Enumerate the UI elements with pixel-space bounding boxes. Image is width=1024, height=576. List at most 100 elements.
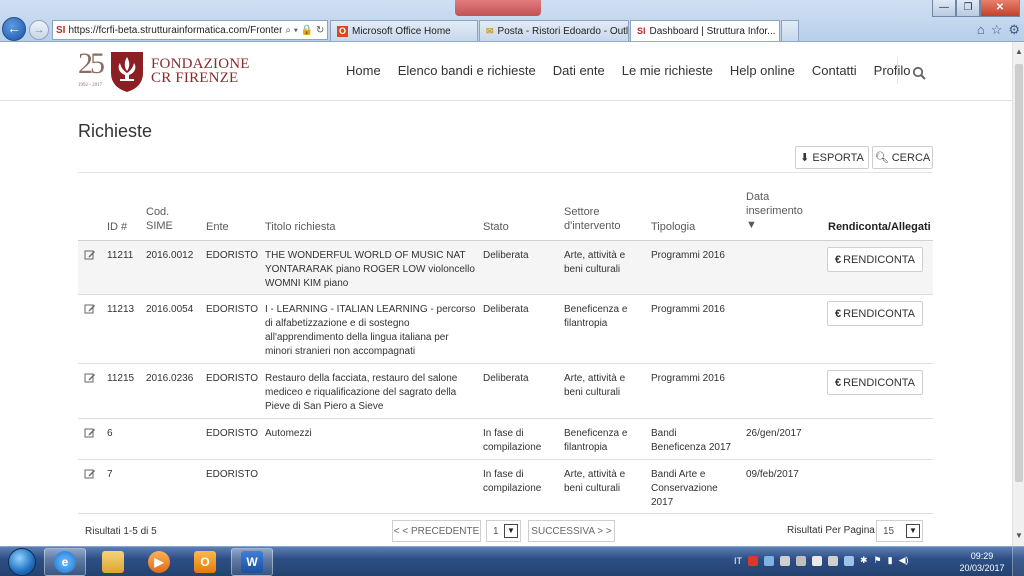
col-header-titolo[interactable]: Titolo richiesta — [265, 220, 336, 234]
tab-dashboard[interactable]: SI Dashboard | Struttura Infor... ✕ — [630, 20, 780, 41]
address-tools-icon[interactable]: ⌕ ▾ 🔒 ↻ — [282, 24, 327, 36]
col-header-tipologia[interactable]: Tipologia — [651, 220, 695, 234]
taskbar-internet-explorer[interactable]: e — [44, 548, 86, 576]
cell-id: 11211 — [107, 250, 134, 261]
col-header-data[interactable]: Data inserimento ▼ — [746, 190, 803, 232]
nav-contatti[interactable]: Contatti — [812, 63, 857, 78]
acrobat-tray-icon[interactable] — [748, 555, 758, 566]
tab-office-home[interactable]: O Microsoft Office Home — [330, 20, 478, 41]
tray-icon[interactable] — [828, 555, 838, 566]
show-desktop-button[interactable] — [1012, 547, 1024, 576]
table-row: 11213 2016.0054 EDORISTO I - LEARNING - ITA… — [78, 295, 933, 364]
page-title: Richieste — [78, 121, 153, 141]
taskbar-outlook[interactable]: O — [184, 548, 226, 576]
export-button[interactable]: ⬇ ESPORTA — [795, 146, 869, 169]
taskbar-word[interactable]: W — [231, 548, 273, 576]
cell-stato: Deliberata — [483, 303, 529, 317]
language-indicator[interactable]: IT — [734, 556, 742, 566]
close-tab-icon[interactable]: ✕ — [776, 25, 779, 38]
back-button[interactable]: ← — [2, 17, 26, 41]
forward-button[interactable]: → — [29, 20, 49, 40]
office-icon: O — [337, 25, 348, 37]
col-header-ente[interactable]: Ente — [206, 220, 229, 234]
edit-icon[interactable] — [84, 303, 96, 315]
cell-settore: Beneficenza e filantropia — [564, 303, 627, 331]
system-clock[interactable]: 09:29 20/03/2017 — [957, 550, 1007, 574]
scroll-up-icon[interactable]: ▲ — [1013, 46, 1024, 58]
page-select[interactable]: 1 ▼ — [486, 520, 521, 542]
nav-divider — [897, 58, 898, 84]
nav-dati-ente[interactable]: Dati ente — [553, 63, 605, 78]
sort-desc-icon: ▼ — [746, 219, 757, 231]
cell-line: In fase di — [483, 469, 524, 480]
tab-outlook[interactable]: ✉ Posta - Ristori Edoardo - Outlo... — [479, 20, 629, 41]
new-tab-button[interactable] — [781, 20, 799, 41]
nav-profilo[interactable]: Profilo — [874, 63, 911, 78]
site-logo[interactable]: 25 1992 - 2017 FONDAZIONE CR FIRENZE — [78, 48, 250, 94]
page-scrollbar[interactable]: ▲ ▼ — [1012, 42, 1024, 546]
search-icon[interactable] — [912, 66, 926, 80]
cell-line: Deliberata — [483, 304, 529, 315]
edit-icon[interactable] — [84, 372, 96, 384]
tray-icon[interactable] — [812, 555, 822, 566]
cell-titolo: Automezzi — [265, 427, 312, 441]
cell-line: Beneficenza e — [564, 428, 628, 439]
start-button[interactable] — [3, 547, 41, 576]
table-row: 11215 2016.0236 EDORISTO Restauro della fac… — [78, 364, 933, 419]
tray-icon[interactable] — [844, 555, 854, 566]
rendiconta-label: RENDICONTA — [843, 253, 916, 266]
table-row: 7 EDORISTO In fase di compilazione Arte, att… — [78, 460, 933, 514]
search-icon: 🔍︎ — [874, 152, 889, 164]
network-tray-icon[interactable] — [764, 555, 774, 566]
rendiconta-button[interactable]: € RENDICONTA — [827, 370, 923, 395]
favorites-star-icon[interactable]: ☆ — [991, 22, 1003, 38]
chevron-down-icon: ▼ — [906, 524, 920, 538]
bluetooth-icon[interactable]: ✱ — [860, 555, 868, 566]
cell-line: I - LEARNING - ITALIAN LEARNING - percor… — [265, 304, 476, 315]
nav-elenco-bandi[interactable]: Elenco bandi e richieste — [398, 63, 536, 78]
per-page-select[interactable]: 15 ▼ — [876, 520, 923, 542]
flag-icon[interactable]: ⚑ — [874, 555, 882, 566]
scroll-down-icon[interactable]: ▼ — [1013, 530, 1024, 542]
address-bar[interactable]: SI https://fcrfi-beta.strutturainformati… — [52, 20, 328, 40]
taskbar-explorer[interactable] — [92, 548, 134, 576]
cell-line: beni culturali — [564, 264, 621, 275]
previous-page-button[interactable]: < < PRECEDENTE — [392, 520, 481, 542]
minimize-button[interactable]: — — [932, 0, 956, 17]
home-icon[interactable]: ⌂ — [977, 22, 985, 38]
tray-icon[interactable] — [796, 555, 806, 566]
table-row: 11211 2016.0012 EDORISTO THE WONDERFUL WORL… — [78, 241, 933, 295]
cell-line: minori stranieri non accompagnati — [265, 346, 416, 357]
internet-explorer-icon: e — [54, 551, 76, 573]
search-button[interactable]: 🔍︎ CERCA — [872, 146, 933, 169]
taskbar-media-player[interactable]: ▶ — [138, 548, 180, 576]
table-row: 6 EDORISTO Automezzi In fase di compilazione… — [78, 419, 933, 460]
tab-label: Dashboard | Struttura Infor... — [649, 25, 776, 37]
rendiconta-button[interactable]: € RENDICONTA — [827, 301, 923, 326]
nav-home[interactable]: Home — [346, 63, 381, 78]
cell-line: Programmi 2016 — [651, 250, 725, 261]
col-header-stato[interactable]: Stato — [483, 220, 509, 234]
next-page-button[interactable]: SUCCESSIVA > > — [528, 520, 615, 542]
scrollbar-thumb[interactable] — [1015, 64, 1023, 482]
col-header-sime[interactable]: Cod. SIME — [146, 205, 173, 233]
site-favicon: SI — [56, 24, 66, 36]
volume-icon[interactable]: ◀) — [899, 555, 909, 566]
col-header-settore[interactable]: Settore d'intervento — [564, 205, 621, 233]
download-icon: ⬇ — [800, 152, 810, 164]
signal-icon[interactable]: ▮ — [888, 555, 893, 566]
nav-le-mie-richieste[interactable]: Le mie richieste — [622, 63, 713, 78]
tray-icon[interactable] — [780, 555, 790, 566]
nav-help-online[interactable]: Help online — [730, 63, 795, 78]
cell-line: Bandi — [651, 428, 677, 439]
rendiconta-button[interactable]: € RENDICONTA — [827, 247, 923, 272]
cell-stato: In fase di compilazione — [483, 468, 541, 496]
settings-gear-icon[interactable]: ⚙ — [1008, 22, 1020, 38]
browser-chrome: — ❐ ✕ ← → SI https://fcrfi-beta.struttur… — [0, 0, 1024, 42]
edit-icon[interactable] — [84, 249, 96, 261]
close-window-button[interactable]: ✕ — [980, 0, 1020, 17]
cell-settore: Arte, attività e beni culturali — [564, 372, 625, 400]
edit-icon[interactable] — [84, 427, 96, 439]
edit-icon[interactable] — [84, 468, 96, 480]
maximize-button[interactable]: ❐ — [956, 0, 980, 17]
